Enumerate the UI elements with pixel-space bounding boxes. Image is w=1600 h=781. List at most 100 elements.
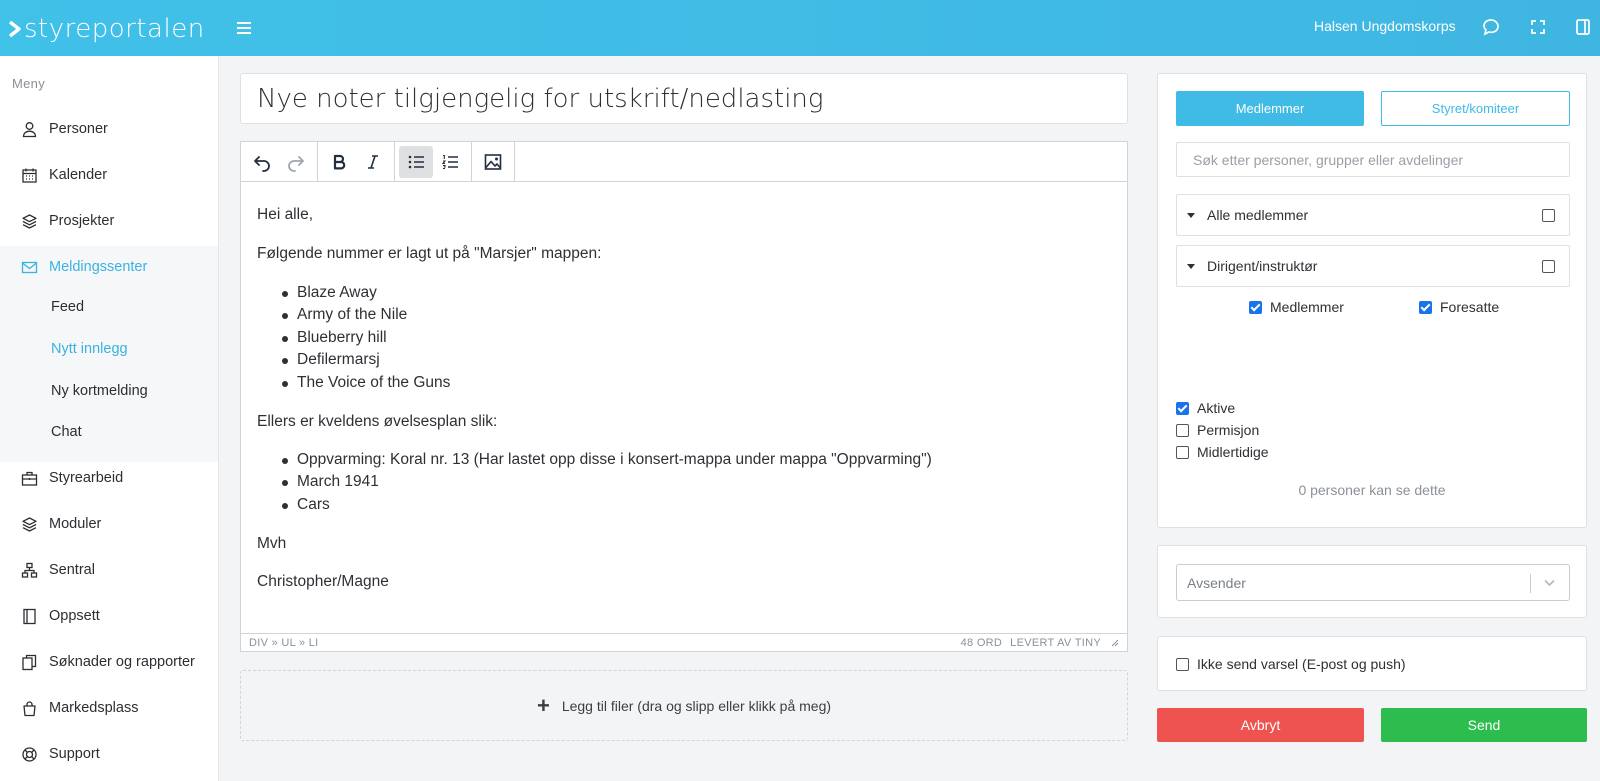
sidebar-title: Meny [12,76,45,91]
file-dropzone[interactable]: + Legg til filer (dra og slipp eller kli… [240,670,1128,741]
sidebar-item-markedsplass[interactable]: Markedsplass [0,685,218,731]
bullet-list-button[interactable] [399,145,433,178]
menu-icon[interactable] [233,17,255,39]
guardians-checkbox[interactable] [1419,300,1432,314]
group-checkbox[interactable] [1542,260,1555,273]
chevron-down-icon[interactable] [1542,575,1557,590]
bullet-list-icon [408,155,424,168]
sidebar-item-prosjekter[interactable]: Prosjekter [0,198,218,244]
toolbar-group-lists [395,141,472,182]
submenu-item-ny-kortmelding[interactable]: Ny kortmelding [51,383,148,399]
filter-label: Aktive [1197,400,1236,416]
bag-icon [23,700,36,716]
filter-leave[interactable]: Permisjon [1176,422,1259,438]
list-item: Blueberry hill [282,329,387,346]
chat-icon[interactable] [1480,16,1502,38]
greeting-paragraph: Hei alle, [257,206,313,223]
top-bar: styreportalen Halsen Ungdomskorps [0,0,1600,56]
no-notification-checkbox[interactable] [1176,657,1189,671]
logo-text: styreportalen [24,14,205,44]
powered-by-link[interactable]: LEVERT AV TINY [1010,637,1101,649]
sidebar-item-kalender[interactable]: Kalender [0,152,218,198]
temporary-checkbox[interactable] [1176,445,1189,459]
sidebar-item-label: Sentral [49,562,95,578]
organization-name[interactable]: Halsen Ungdomskorps [1314,18,1456,34]
mail-icon [21,261,38,273]
post-title-input[interactable]: Nye noter tilgjengelig for utskrift/nedl… [240,73,1128,124]
redo-icon [288,155,304,172]
sidebar-item-label: Personer [49,121,108,137]
submenu-item-feed[interactable]: Feed [51,299,84,315]
editor-toolbar [241,141,1127,182]
numbered-list-icon [441,154,458,169]
sidebar-item-label: Prosjekter [49,213,115,229]
calendar-icon [22,168,37,183]
bold-icon [333,154,346,169]
caret-down-icon[interactable] [1187,263,1195,269]
tab-board-committees[interactable]: Styret/komiteer [1381,91,1570,126]
group-label: Alle medlemmer [1207,207,1309,223]
undo-button[interactable] [245,146,279,178]
sidebar-item-label: Meldingssenter [49,259,148,275]
list-item: Blaze Away [282,284,377,301]
sidebar-item-label: Markedsplass [49,700,139,716]
sender-select[interactable]: Avsender [1176,564,1570,601]
caret-down-icon[interactable] [1187,212,1195,218]
tab-members[interactable]: Medlemmer [1176,91,1364,126]
sidebar-item-label: Moduler [49,516,102,532]
briefcase-icon [21,471,38,486]
leave-checkbox[interactable] [1176,423,1189,437]
sidebar-item-label: Support [49,746,100,762]
italic-button[interactable] [356,146,390,178]
sidebar: Meny Personer Kalender Prosjekter Meldin… [0,56,219,781]
visibility-count: 0 personer kan se dette [1298,482,1446,498]
recipient-search-input[interactable]: Søk etter personer, grupper eller avdeli… [1176,142,1570,177]
list-item: Oppvarming: Koral nr. 13 (Har lastet opp… [282,451,932,468]
word-count[interactable]: 48 ORD [961,637,1003,649]
group-row-conductor[interactable]: Dirigent/instruktør [1176,245,1570,287]
app-logo[interactable]: styreportalen [8,14,205,44]
option-guardians[interactable]: Foresatte [1419,299,1499,315]
list-item: Defilermarsj [282,351,380,368]
sidebar-item-label: Oppsett [49,608,100,624]
panel-icon[interactable] [1572,16,1594,38]
sidebar-item-meldingssenter[interactable]: Meldingssenter [0,244,218,290]
sidebar-item-soknader[interactable]: Søknader og rapporter [0,639,218,685]
toolbar-group-history [241,141,318,182]
members-checkbox[interactable] [1249,300,1262,314]
filter-active[interactable]: Aktive [1176,400,1235,416]
bold-button[interactable] [322,146,356,178]
sidebar-item-support[interactable]: Support [0,731,218,777]
logo-chevron-icon [8,20,21,38]
group-checkbox[interactable] [1542,209,1555,222]
insert-image-button[interactable] [476,146,510,178]
undo-icon [254,155,270,172]
sidebar-item-oppsett[interactable]: Oppsett [0,593,218,639]
dropzone-label: Legg til filer (dra og slipp eller klikk… [561,697,832,714]
group-label: Dirigent/instruktør [1207,258,1318,274]
sidebar-item-label: Styrearbeid [49,470,124,486]
resize-handle-icon[interactable] [1109,637,1119,647]
no-notification-option[interactable]: Ikke send varsel (E-post og push) [1176,656,1406,672]
sidebar-item-styrearbeid[interactable]: Styrearbeid [0,455,218,501]
element-path[interactable]: DIV » UL » LI [249,637,319,649]
fullscreen-icon[interactable] [1527,16,1549,38]
cancel-button[interactable]: Avbryt [1157,708,1364,742]
submenu-item-nytt-innlegg[interactable]: Nytt innlegg [51,341,128,357]
editor-statusbar: DIV » UL » LI 48 ORD LEVERT AV TINY [241,633,1127,651]
middle-paragraph: Ellers er kveldens øvelsesplan slik: [257,413,498,430]
redo-button[interactable] [279,146,313,178]
group-row-all-members[interactable]: Alle medlemmer [1176,194,1570,236]
sitemap-icon [21,562,38,578]
sidebar-item-moduler[interactable]: Moduler [0,501,218,547]
plus-icon: + [536,692,550,718]
send-button[interactable]: Send [1381,708,1587,742]
sidebar-item-personer[interactable]: Personer [0,106,218,152]
rich-text-editor[interactable]: Hei alle, Følgende nummer er lagt ut på … [240,141,1128,652]
active-checkbox[interactable] [1176,401,1189,415]
submenu-item-chat[interactable]: Chat [51,424,82,440]
filter-temporary[interactable]: Midlertidige [1176,444,1269,460]
option-members[interactable]: Medlemmer [1249,299,1344,315]
numbered-list-button[interactable] [433,146,467,178]
sidebar-item-sentral[interactable]: Sentral [0,547,218,593]
